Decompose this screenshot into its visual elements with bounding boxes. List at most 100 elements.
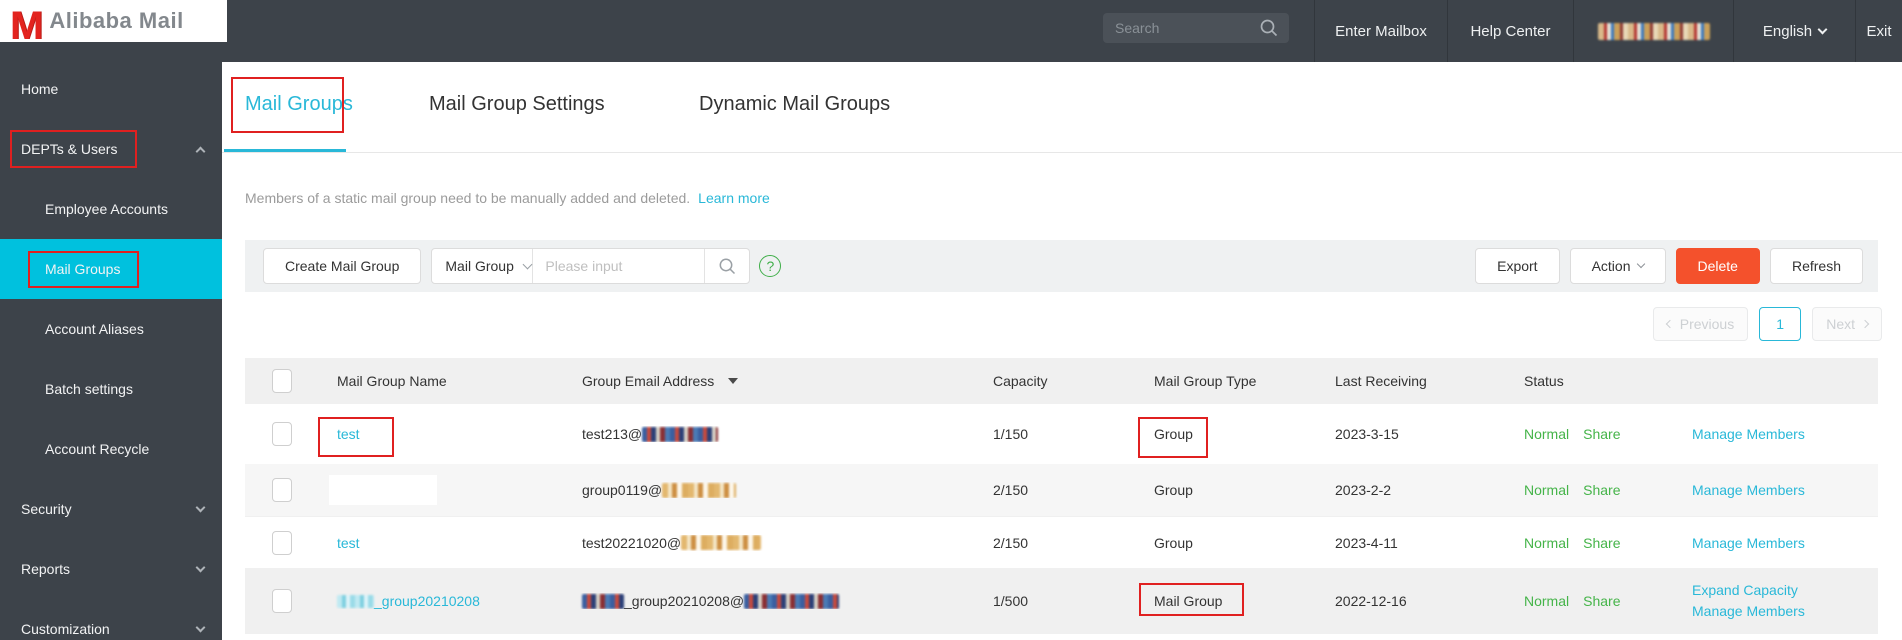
mail-group-name-link[interactable]: test <box>337 426 360 442</box>
status-normal: Normal <box>1524 593 1570 609</box>
group-email: group0119@ <box>565 482 975 498</box>
help-center-button[interactable]: Help Center <box>1447 0 1573 62</box>
table-row: group0119@ 2/150 Group 2023-2-2 Normal Sh… <box>245 464 1878 516</box>
page: Home DEPTs & Users Employee Accounts Mai… <box>0 0 1902 640</box>
email-prefix: group0119@ <box>582 482 663 498</box>
share-link[interactable]: Share <box>1583 482 1620 498</box>
sidebar-menu: Home DEPTs & Users Employee Accounts Mai… <box>0 59 222 640</box>
row-checkbox[interactable] <box>272 589 292 613</box>
tab-mail-group-settings[interactable]: Mail Group Settings <box>429 93 605 116</box>
sort-descending-icon[interactable] <box>728 378 739 384</box>
header-capacity: Capacity <box>993 373 1048 389</box>
topbar: Enter Mailbox Help Center English Exit M… <box>0 0 1902 62</box>
exit-button[interactable]: Exit <box>1855 0 1902 62</box>
next-label: Next <box>1826 316 1855 332</box>
sidebar-item-label: Account Recycle <box>45 441 150 457</box>
sidebar-item-customization[interactable]: Customization <box>0 599 222 640</box>
expand-capacity-link[interactable]: Expand Capacity <box>1692 580 1798 601</box>
active-tab-underline <box>224 149 346 152</box>
manage-members-link[interactable]: Manage Members <box>1692 535 1805 551</box>
capacity: 1/500 <box>993 593 1029 609</box>
language-selector[interactable]: English <box>1733 0 1855 62</box>
sidebar-item-account-recycle[interactable]: Account Recycle <box>0 419 222 479</box>
sidebar-item-batch-settings[interactable]: Batch settings <box>0 359 222 419</box>
capacity: 2/150 <box>993 482 1029 498</box>
enter-mailbox-button[interactable]: Enter Mailbox <box>1314 0 1447 62</box>
brand-name: Alibaba Mail <box>49 8 184 33</box>
sidebar-item-security[interactable]: Security <box>0 479 222 539</box>
last-receiving: 2023-3-15 <box>1335 426 1399 442</box>
page-number-button[interactable]: 1 <box>1759 307 1802 341</box>
capacity: 2/150 <box>993 534 1029 551</box>
sidebar-item-label: Reports <box>21 561 71 577</box>
sidebar-item-mail-groups[interactable]: Mail Groups <box>0 239 222 299</box>
last-receiving: 2023-4-11 <box>1335 534 1398 551</box>
tabs: Mail Groups Mail Group Settings Dynamic … <box>222 62 1902 153</box>
nav-label: Enter Mailbox <box>1335 22 1427 40</box>
last-receiving: 2022-12-16 <box>1335 593 1407 609</box>
email-text: _group20210208@ <box>624 593 745 609</box>
header-status: Status <box>1524 373 1564 389</box>
filter-dropdown[interactable]: Mail Group <box>432 249 533 283</box>
mail-group-name-link[interactable]: test <box>337 535 360 551</box>
chevron-down-icon <box>1817 24 1828 34</box>
sidebar: Home DEPTs & Users Employee Accounts Mai… <box>0 0 222 640</box>
logo[interactable]: M Alibaba Mail <box>0 0 227 46</box>
account-name[interactable] <box>1573 0 1733 62</box>
status-normal: Normal <box>1524 482 1570 498</box>
group-email: test213@ <box>565 426 975 442</box>
group-email: _group20210208@ <box>565 593 975 609</box>
next-page-button[interactable]: Next <box>1812 307 1882 341</box>
header-mail-group-type: Mail Group Type <box>1154 373 1257 389</box>
main-content: Mail Groups Mail Group Settings Dynamic … <box>222 62 1902 640</box>
redacted-email-prefix <box>582 593 624 609</box>
search-icon[interactable] <box>1259 18 1279 43</box>
share-link[interactable]: Share <box>1583 426 1620 442</box>
nav-label: Help Center <box>1470 22 1551 40</box>
sidebar-item-label: Account Aliases <box>45 321 144 337</box>
redacted-email-domain <box>642 426 719 442</box>
mail-group-type: Group <box>1154 426 1193 442</box>
chevron-left-icon <box>1665 319 1674 329</box>
delete-button[interactable]: Delete <box>1675 248 1760 284</box>
manage-members-link[interactable]: Manage Members <box>1692 426 1805 442</box>
logo-m-icon: M <box>10 4 43 48</box>
export-button[interactable]: Export <box>1475 248 1560 284</box>
share-link[interactable]: Share <box>1583 593 1620 609</box>
search-button[interactable] <box>704 249 749 283</box>
group-email: test20221020@ <box>565 535 975 551</box>
learn-more-link[interactable]: Learn more <box>698 190 770 206</box>
mail-group-type: Group <box>1154 534 1193 551</box>
search-group: Mail Group <box>431 248 751 284</box>
sidebar-item-depts-users[interactable]: DEPTs & Users <box>0 119 222 179</box>
row-checkbox[interactable] <box>272 422 292 446</box>
sidebar-item-home[interactable]: Home <box>0 59 222 119</box>
sidebar-item-label: Employee Accounts <box>45 201 168 217</box>
previous-page-button[interactable]: Previous <box>1652 307 1749 341</box>
refresh-button[interactable]: Refresh <box>1769 248 1863 284</box>
filter-search-input[interactable] <box>532 249 705 283</box>
sidebar-item-employee-accounts[interactable]: Employee Accounts <box>0 179 222 239</box>
description-text: Members of a static mail group need to b… <box>245 190 691 206</box>
row-checkbox[interactable] <box>272 530 292 555</box>
mail-group-type: Mail Group <box>1154 593 1223 609</box>
redacted-email-domain <box>744 593 840 609</box>
chevron-right-icon <box>1860 319 1870 329</box>
sidebar-item-reports[interactable]: Reports <box>0 539 222 599</box>
create-mail-group-button[interactable]: Create Mail Group <box>263 248 422 284</box>
pagination: Previous 1 Next <box>1652 307 1882 341</box>
share-link[interactable]: Share <box>1583 535 1620 551</box>
tab-dynamic-mail-groups[interactable]: Dynamic Mail Groups <box>699 93 890 116</box>
filter-value: Mail Group <box>445 258 514 274</box>
select-all-checkbox[interactable] <box>272 369 292 393</box>
sidebar-item-account-aliases[interactable]: Account Aliases <box>0 299 222 359</box>
header-group-email-address[interactable]: Group Email Address <box>565 373 975 389</box>
mail-group-name-link[interactable]: _group20210208 <box>337 593 480 609</box>
action-button[interactable]: Action <box>1569 248 1666 284</box>
tab-mail-groups[interactable]: Mail Groups <box>245 93 353 116</box>
row-checkbox[interactable] <box>272 478 292 502</box>
help-icon[interactable]: ? <box>759 255 782 277</box>
manage-members-link[interactable]: Manage Members <box>1692 482 1805 498</box>
table-row: test test20221020@ 2/150 Group 2023-4-11… <box>245 516 1878 568</box>
manage-members-link[interactable]: Manage Members <box>1692 601 1805 622</box>
